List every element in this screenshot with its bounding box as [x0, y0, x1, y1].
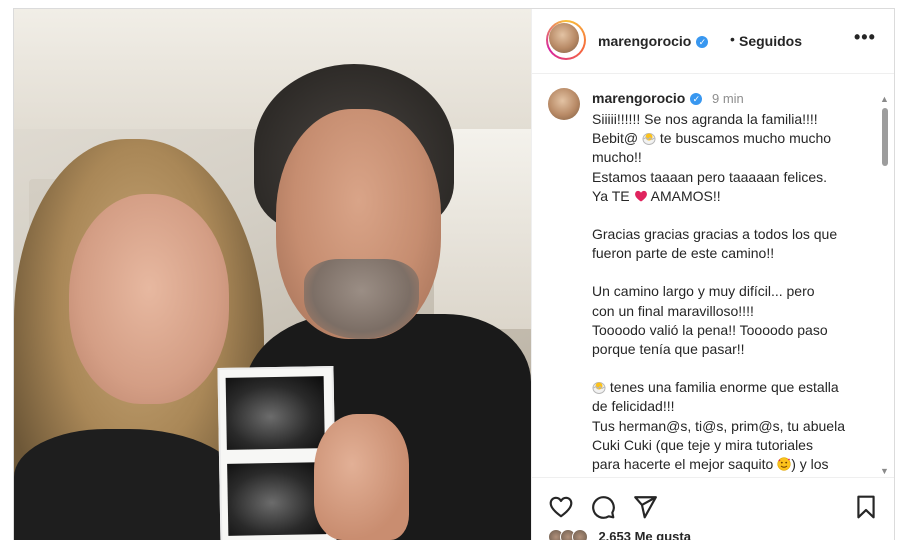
caption-line: AMAMOS!! [647, 187, 721, 204]
caption-line: Ya TE [592, 187, 630, 204]
scroll-down-arrow-icon[interactable]: ▼ [880, 466, 889, 474]
photo-man-beard [304, 259, 419, 339]
caption-time[interactable]: 9 min [712, 91, 744, 106]
post-actions-bar: 2.653 Me gusta [532, 477, 894, 540]
smiling-hearts-face-icon [777, 457, 791, 471]
caption-line: Siiiii!!!!!! Se nos agranda la familia!!… [592, 111, 818, 127]
hatching-chick-icon [642, 133, 656, 146]
caption-username-text[interactable]: marengorocio [592, 90, 685, 106]
caption-line: de felicidad!!! [592, 398, 675, 415]
caption-text: Siiiii!!!!!! Se nos agranda la familia!!… [592, 110, 870, 474]
caption-line: porque tenía que pasar!! [592, 341, 745, 358]
heart-icon[interactable] [548, 494, 574, 520]
caption-line: te buscamos mucho mucho [656, 130, 832, 147]
verified-icon: ✓ [690, 93, 703, 105]
photo-woman-body [14, 429, 244, 540]
share-icon[interactable] [632, 494, 658, 520]
caption-line: Estamos taaaan pero taaaaan felices. [592, 168, 828, 185]
liker-avatar [572, 529, 588, 540]
avatar[interactable] [549, 23, 579, 53]
caption-line: Toooodo valió la pena!! Toooodo paso [592, 321, 828, 338]
caption-line: fueron parte de este camino!! [592, 245, 775, 262]
caption-avatar[interactable] [548, 88, 580, 120]
caption-username[interactable]: marengorocio ✓ [592, 90, 703, 106]
caption-line: ) y los [791, 456, 829, 473]
bookmark-icon[interactable] [853, 494, 879, 520]
story-ring[interactable] [546, 20, 586, 60]
caption-line: Cuki Cuki (que teje y mira tutoriales [592, 436, 813, 453]
follow-status-button[interactable]: Seguidos [739, 33, 802, 49]
caption-line: con un final maravilloso!!!! [592, 302, 754, 319]
photo-hand [314, 414, 409, 540]
caption-line: para hacerte el mejor saquito [592, 456, 774, 473]
more-icon[interactable]: ••• [854, 27, 876, 48]
photo-woman-face [69, 194, 229, 404]
verified-icon: ✓ [696, 36, 709, 48]
likes-count[interactable]: 2.653 Me gusta [598, 529, 691, 540]
header-separator: • [730, 31, 735, 47]
caption-line: Tus herman@s, ti@s, prim@s, tu abuela [592, 417, 845, 434]
post-frame: marengorocio ✓ • Seguidos ••• marengoroci… [13, 8, 895, 540]
ultrasound-image-top [225, 376, 325, 450]
header-username-text[interactable]: marengorocio [598, 33, 691, 49]
scroll-up-arrow-icon[interactable]: ▲ [880, 94, 889, 104]
scrollbar-thumb[interactable] [882, 108, 888, 166]
caption-scrollbar[interactable]: ▲ ▼ [879, 94, 891, 474]
caption-line: Gracias gracias gracias a todos los que [592, 226, 838, 243]
caption-scroll-area[interactable]: marengorocio ✓ 9 min Siiiii!!!!!! Se nos … [532, 74, 894, 474]
hatching-chick-icon [592, 382, 606, 395]
post-side-panel: marengorocio ✓ • Seguidos ••• marengoroci… [531, 9, 894, 540]
post-photo[interactable] [14, 9, 531, 540]
likes-row[interactable]: 2.653 Me gusta [548, 529, 691, 540]
red-heart-icon [634, 190, 647, 202]
caption-line: Bebit@ [592, 130, 639, 147]
header-username[interactable]: marengorocio ✓ [598, 33, 709, 49]
caption-line: mucho!! [592, 149, 642, 166]
caption-line: Un camino largo y muy difícil... pero [592, 283, 815, 300]
post-header: marengorocio ✓ • Seguidos ••• [532, 9, 894, 74]
comment-icon[interactable] [590, 494, 616, 520]
caption-line: tenes una familia enorme que estalla [606, 379, 839, 396]
ultrasound-image-bottom [227, 462, 327, 536]
